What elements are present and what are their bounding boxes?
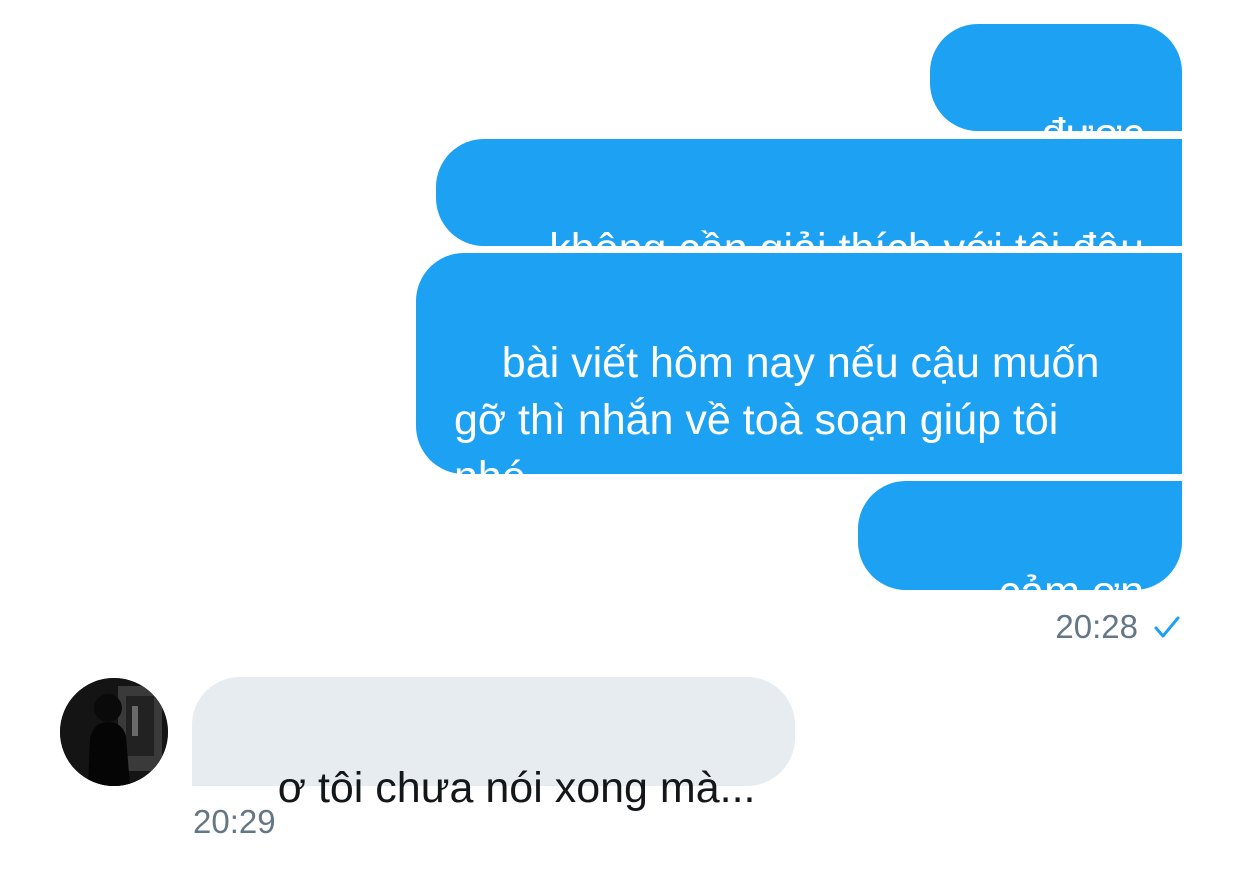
- timestamp: 20:28: [1055, 608, 1138, 645]
- checkmark-icon: [1152, 612, 1182, 642]
- incoming-message[interactable]: ơ tôi chưa nói xong mà...: [192, 677, 795, 812]
- outgoing-message-meta: 20:28: [1055, 605, 1182, 649]
- avatar[interactable]: [60, 678, 168, 786]
- avatar-silhouette-icon: [60, 678, 168, 786]
- incoming-message-meta: 20:29: [193, 800, 276, 844]
- outgoing-message[interactable]: được rồi: [930, 24, 1182, 215]
- outgoing-message[interactable]: cảm ơn cậu: [858, 481, 1182, 673]
- timestamp: 20:29: [193, 803, 276, 840]
- message-text: bài viết hôm nay nếu cậu muốn gỡ thì nhắ…: [454, 339, 1100, 501]
- outgoing-message[interactable]: bài viết hôm nay nếu cậu muốn gỡ thì nhắ…: [416, 253, 1182, 501]
- chat-thread: được rồi không cần giải thích với tôi đâ…: [0, 0, 1242, 895]
- outgoing-message[interactable]: không cần giải thích với tôi đâu: [436, 139, 1182, 273]
- message-text: ơ tôi chưa nói xong mà...: [277, 764, 756, 812]
